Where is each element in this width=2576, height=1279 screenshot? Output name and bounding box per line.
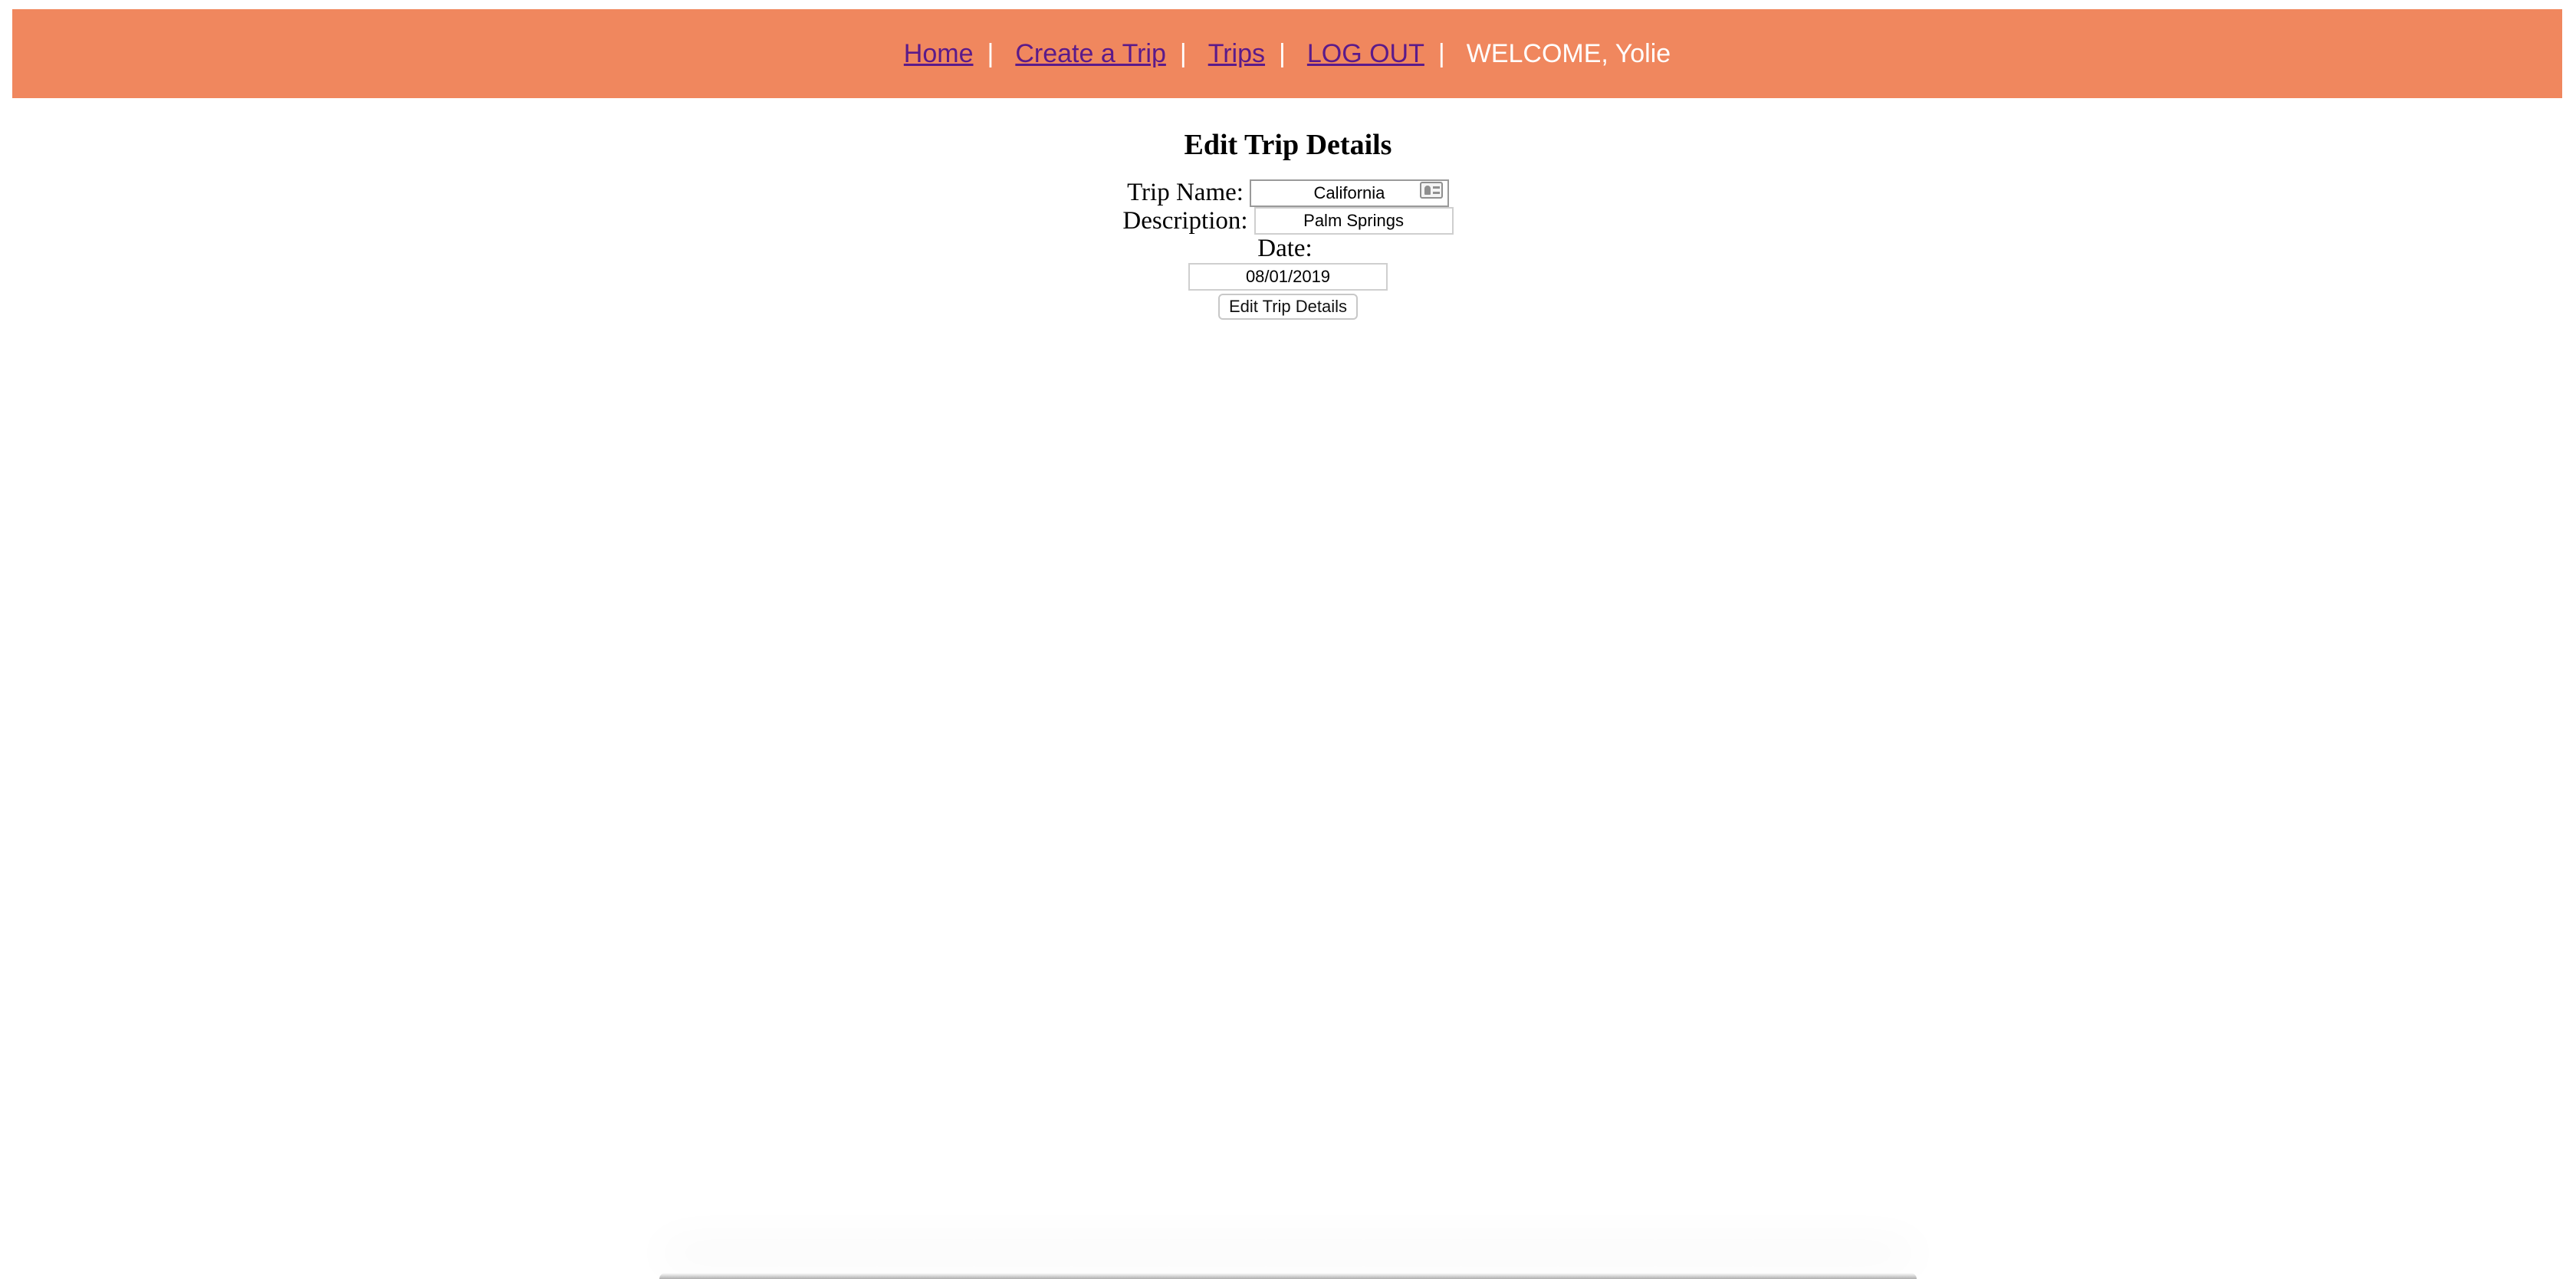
date-label: Date: xyxy=(1257,235,1313,262)
nav-separator: | xyxy=(1279,38,1286,68)
nav-home-link[interactable]: Home xyxy=(904,39,974,69)
nav-create-trip-link[interactable]: Create a Trip xyxy=(1015,39,1166,69)
trip-name-label: Trip Name: xyxy=(1127,178,1244,206)
nav-separator: | xyxy=(1179,38,1187,68)
main-content: Edit Trip Details Trip Name: Description… xyxy=(0,98,2576,320)
welcome-text: WELCOME, Yolie xyxy=(1466,38,1671,68)
page-title: Edit Trip Details xyxy=(1184,129,1392,161)
nav-logout-link[interactable]: LOG OUT xyxy=(1307,39,1424,69)
date-input-row xyxy=(0,262,2576,291)
date-label-row: Date: xyxy=(0,235,2576,262)
top-navbar: Home | Create a Trip | Trips | LOG OUT |… xyxy=(12,9,2562,98)
contact-card-icon[interactable] xyxy=(1419,182,1443,199)
nav-trips-link[interactable]: Trips xyxy=(1208,39,1265,69)
window-bottom-shadow xyxy=(659,1273,1917,1279)
nav-separator: | xyxy=(1438,38,1445,68)
trip-name-input[interactable] xyxy=(1249,179,1449,207)
trip-name-field-wrapper xyxy=(1249,177,1449,207)
description-label: Description: xyxy=(1122,206,1248,235)
nav-separator: | xyxy=(987,38,994,68)
date-input[interactable] xyxy=(1188,262,1388,291)
submit-row: Edit Trip Details xyxy=(0,291,2576,320)
trip-name-row: Trip Name: xyxy=(0,177,2576,207)
edit-trip-form: Trip Name: Description: Date: Edit Trip … xyxy=(0,177,2576,320)
description-row: Description: xyxy=(0,206,2576,235)
description-input[interactable] xyxy=(1254,206,1454,235)
edit-trip-details-button[interactable]: Edit Trip Details xyxy=(1217,293,1359,320)
